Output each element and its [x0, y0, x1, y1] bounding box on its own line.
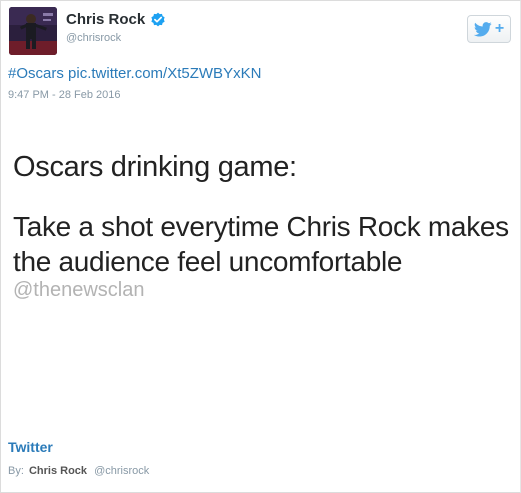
- tweet-embed-card: Chris Rock @chrisrock + #Oscars pic.twit…: [0, 0, 521, 493]
- media-text-line-3: the audience feel uncomfortable: [13, 246, 403, 277]
- media-watermark: @thenewsclan: [13, 279, 145, 301]
- media-text-line-2: Take a shot everytime Chris Rock makes: [13, 211, 509, 242]
- follow-plus-icon: +: [494, 20, 505, 37]
- tweet-media-image[interactable]: Oscars drinking game: Take a shot everyt…: [8, 109, 513, 431]
- byline: By: Chris Rock @chrisrock: [8, 465, 149, 477]
- author-name[interactable]: Chris Rock: [66, 11, 145, 28]
- pic-link[interactable]: pic.twitter.com/Xt5ZWBYxKN: [68, 65, 261, 82]
- byline-author-handle[interactable]: @chrisrock: [94, 465, 149, 477]
- byline-label: By:: [8, 465, 24, 477]
- byline-author-name[interactable]: Chris Rock: [29, 465, 87, 477]
- author-display-name[interactable]: Chris Rock: [66, 11, 166, 28]
- hashtag-link[interactable]: #Oscars: [8, 65, 64, 82]
- twitter-bird-icon: [473, 21, 492, 37]
- source-link[interactable]: Twitter: [8, 439, 53, 455]
- tweet-text: #Oscars pic.twitter.com/Xt5ZWBYxKN: [8, 65, 261, 82]
- avatar[interactable]: [9, 7, 57, 55]
- media-text-line-1: Oscars drinking game:: [13, 151, 297, 183]
- avatar-photo: [9, 7, 57, 55]
- verified-badge-icon: [151, 12, 165, 26]
- author-handle[interactable]: @chrisrock: [66, 32, 121, 44]
- follow-button[interactable]: +: [467, 15, 511, 43]
- tweet-timestamp[interactable]: 9:47 PM - 28 Feb 2016: [8, 89, 121, 101]
